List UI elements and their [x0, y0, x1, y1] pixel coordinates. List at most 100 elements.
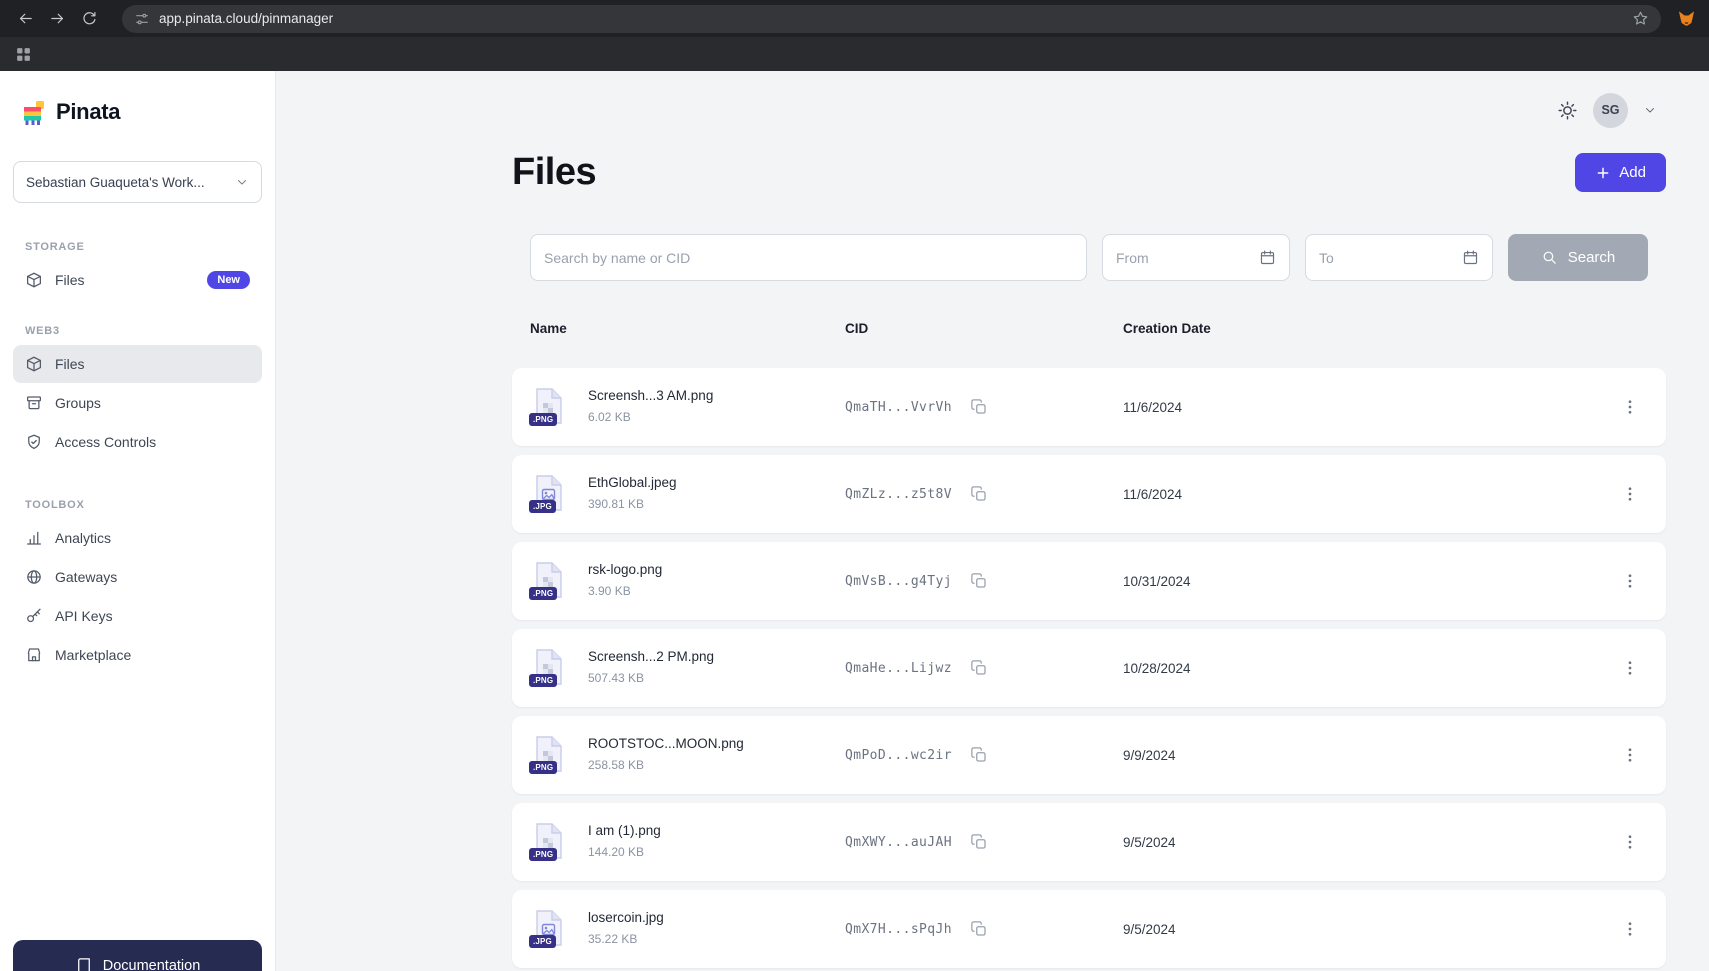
- file-date: 10/28/2024: [1123, 661, 1614, 676]
- star-icon[interactable]: [1632, 10, 1649, 27]
- file-size: 3.90 KB: [588, 584, 631, 598]
- storefront-icon: [25, 646, 43, 664]
- back-icon[interactable]: [10, 4, 40, 34]
- file-size: 507.43 KB: [588, 671, 644, 685]
- copy-cid-button[interactable]: [970, 398, 988, 416]
- url-bar[interactable]: app.pinata.cloud/pinmanager: [122, 5, 1661, 33]
- workspace-selector[interactable]: Sebastian Guaqueta's Work...: [13, 161, 262, 203]
- theme-toggle-sun-icon[interactable]: [1557, 100, 1578, 121]
- documentation-button[interactable]: Documentation: [13, 940, 262, 971]
- kebab-menu-icon: [1621, 485, 1639, 503]
- copy-icon: [970, 833, 988, 851]
- file-date: 11/6/2024: [1123, 487, 1614, 502]
- documentation-label: Documentation: [103, 958, 201, 971]
- column-name: Name: [530, 321, 845, 336]
- table-row[interactable]: .JPG EthGlobal.jpeg 390.81 KB QmZLz...z5…: [512, 455, 1666, 533]
- add-button[interactable]: Add: [1575, 153, 1666, 192]
- sidebar-item-marketplace[interactable]: Marketplace: [13, 636, 262, 674]
- section-storage-label: STORAGE: [25, 241, 250, 253]
- row-menu-button[interactable]: [1616, 741, 1644, 769]
- sidebar-item-gateways[interactable]: Gateways: [13, 558, 262, 596]
- table-row[interactable]: .PNG rsk-logo.png 3.90 KB QmVsB...g4Tyj …: [512, 542, 1666, 620]
- kebab-menu-icon: [1621, 920, 1639, 938]
- add-button-label: Add: [1619, 164, 1646, 181]
- file-icon: .PNG: [534, 735, 568, 775]
- sidebar-item-label: Files: [55, 272, 85, 288]
- row-menu-button[interactable]: [1616, 567, 1644, 595]
- main-area: SG Files Add: [276, 71, 1709, 971]
- kebab-menu-icon: [1621, 746, 1639, 764]
- avatar[interactable]: SG: [1593, 93, 1628, 128]
- table-row[interactable]: .JPG losercoin.jpg 35.22 KB QmX7H...sPqJ…: [512, 890, 1666, 968]
- file-name: ROOTSTOC...MOON.png: [588, 736, 744, 751]
- file-size: 144.20 KB: [588, 845, 644, 859]
- search-input[interactable]: [544, 250, 1073, 266]
- shield-check-icon: [25, 433, 43, 451]
- sidebar-item-access-controls[interactable]: Access Controls: [13, 423, 262, 461]
- file-date: 9/5/2024: [1123, 835, 1614, 850]
- copy-icon: [970, 398, 988, 416]
- forward-icon[interactable]: [42, 4, 72, 34]
- row-menu-button[interactable]: [1616, 654, 1644, 682]
- row-menu-button[interactable]: [1616, 915, 1644, 943]
- calendar-icon[interactable]: [1259, 249, 1276, 266]
- table-row[interactable]: .PNG Screensh...3 AM.png 6.02 KB QmaTH..…: [512, 368, 1666, 446]
- reload-icon[interactable]: [74, 4, 104, 34]
- date-from-input[interactable]: [1116, 250, 1251, 266]
- grid-icon[interactable]: [10, 41, 36, 67]
- pinata-logo-icon: [21, 98, 47, 126]
- file-size: 35.22 KB: [588, 932, 637, 946]
- sidebar-item-api-keys[interactable]: API Keys: [13, 597, 262, 635]
- file-type-badge: .JPG: [529, 500, 556, 513]
- sidebar-item-analytics[interactable]: Analytics: [13, 519, 262, 557]
- file-icon: .PNG: [534, 648, 568, 688]
- calendar-icon[interactable]: [1462, 249, 1479, 266]
- file-size: 258.58 KB: [588, 758, 644, 772]
- screen: app.pinata.cloud/pinmanager: [0, 0, 1709, 971]
- browser-chrome: app.pinata.cloud/pinmanager: [0, 0, 1709, 37]
- table-header: Name CID Creation Date: [530, 311, 1648, 345]
- file-date: 9/5/2024: [1123, 922, 1614, 937]
- file-icon: .PNG: [534, 822, 568, 862]
- copy-icon: [970, 659, 988, 677]
- file-name: losercoin.jpg: [588, 910, 664, 925]
- sidebar-item-groups[interactable]: Groups: [13, 384, 262, 422]
- date-to-input[interactable]: [1319, 250, 1454, 266]
- copy-cid-button[interactable]: [970, 572, 988, 590]
- archive-icon: [25, 394, 43, 412]
- copy-cid-button[interactable]: [970, 833, 988, 851]
- section-web3-label: WEB3: [25, 325, 250, 337]
- kebab-menu-icon: [1621, 572, 1639, 590]
- copy-icon: [970, 746, 988, 764]
- new-badge: New: [207, 271, 250, 289]
- file-size: 390.81 KB: [588, 497, 644, 511]
- file-type-badge: .PNG: [529, 761, 557, 774]
- table-row[interactable]: .PNG Screensh...2 PM.png 507.43 KB QmaHe…: [512, 629, 1666, 707]
- sidebar-item-storage-files[interactable]: Files New: [13, 261, 262, 299]
- box-icon: [25, 355, 43, 373]
- pinata-logo[interactable]: Pinata: [21, 97, 262, 127]
- file-rows: .PNG Screensh...3 AM.png 6.02 KB QmaTH..…: [512, 368, 1666, 968]
- table-row[interactable]: .PNG ROOTSTOC...MOON.png 258.58 KB QmPoD…: [512, 716, 1666, 794]
- url-text: app.pinata.cloud/pinmanager: [159, 11, 1623, 26]
- file-name: Screensh...3 AM.png: [588, 388, 713, 403]
- table-row[interactable]: .PNG I am (1).png 144.20 KB QmXWY...auJA…: [512, 803, 1666, 881]
- tune-icon: [134, 11, 150, 27]
- search-button[interactable]: Search: [1508, 234, 1648, 281]
- sidebar-item-label: Groups: [55, 395, 101, 411]
- copy-icon: [970, 485, 988, 503]
- file-icon: .PNG: [534, 561, 568, 601]
- account-chevron-down-icon[interactable]: [1643, 103, 1657, 117]
- copy-cid-button[interactable]: [970, 485, 988, 503]
- extension-icon[interactable]: [1673, 6, 1699, 32]
- row-menu-button[interactable]: [1616, 393, 1644, 421]
- kebab-menu-icon: [1621, 833, 1639, 851]
- file-icon: .PNG: [534, 387, 568, 427]
- tab-strip: [0, 37, 1709, 71]
- copy-cid-button[interactable]: [970, 659, 988, 677]
- row-menu-button[interactable]: [1616, 828, 1644, 856]
- row-menu-button[interactable]: [1616, 480, 1644, 508]
- sidebar-item-web3-files[interactable]: Files: [13, 345, 262, 383]
- copy-cid-button[interactable]: [970, 920, 988, 938]
- copy-cid-button[interactable]: [970, 746, 988, 764]
